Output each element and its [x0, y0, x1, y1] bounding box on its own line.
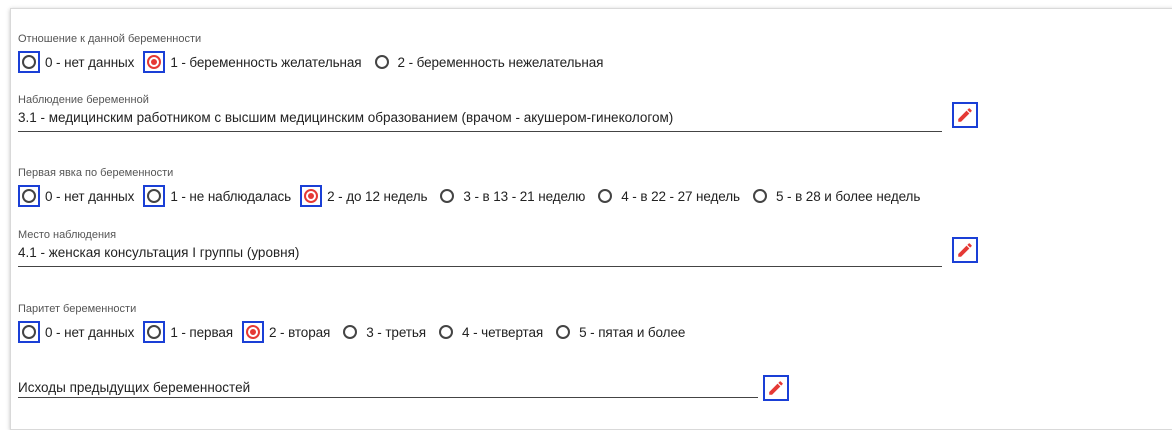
first-visit-option-1[interactable]: 1 - не наблюдалась	[143, 185, 291, 207]
observation-field[interactable]: Наблюдение беременной 3.1 - медицинским …	[18, 94, 942, 132]
parity-options: 0 - нет данных 1 - первая 2 - вторая 3 -…	[18, 321, 694, 343]
radio-icon[interactable]	[18, 51, 40, 73]
place-caption: Место наблюдения	[18, 229, 117, 241]
option-label: 2 - беременность нежелательная	[397, 54, 604, 70]
option-label: 1 - беременность желательная	[170, 54, 362, 70]
first-visit-caption: Первая явка по беременности	[18, 167, 174, 179]
observation-edit-button[interactable]	[952, 102, 978, 128]
parity-option-4[interactable]: 4 - четвертая	[435, 321, 543, 343]
first-visit-options: 0 - нет данных 1 - не наблюдалась 2 - до…	[18, 185, 929, 207]
outcomes-placeholder: Исходы предыдущих беременностей	[18, 380, 251, 395]
radio-icon[interactable]	[18, 185, 40, 207]
radio-icon[interactable]	[749, 185, 771, 207]
option-label: 5 - пятая и более	[579, 324, 686, 340]
outcomes-field[interactable]: Исходы предыдущих беременностей	[18, 372, 758, 398]
option-label: 1 - не наблюдалась	[170, 188, 292, 204]
place-edit-button[interactable]	[952, 237, 978, 263]
first-visit-option-5[interactable]: 5 - в 28 и более недель	[749, 185, 920, 207]
attitude-caption: Отношение к данной беременности	[18, 33, 202, 45]
parity-caption: Паритет беременности	[18, 303, 137, 315]
parity-group: Паритет беременности 0 - нет данных 1 - …	[18, 303, 694, 343]
pencil-icon	[769, 381, 783, 395]
radio-icon[interactable]	[339, 321, 361, 343]
option-label: 4 - четвертая	[462, 324, 544, 340]
radio-icon[interactable]	[18, 321, 40, 343]
observation-caption: Наблюдение беременной	[18, 94, 149, 106]
option-label: 4 - в 22 - 27 недель	[621, 188, 740, 204]
parity-option-2[interactable]: 2 - вторая	[241, 321, 331, 343]
option-label: 0 - нет данных	[45, 188, 135, 204]
radio-selected-icon[interactable]	[143, 51, 166, 73]
option-label: 5 - в 28 и более недель	[775, 188, 921, 204]
place-field[interactable]: Место наблюдения 4.1 - женская консульта…	[18, 229, 942, 267]
radio-icon[interactable]	[371, 51, 393, 73]
option-label: 3 - в 13 - 21 неделю	[463, 188, 586, 204]
attitude-option-1[interactable]: 1 - беременность желательная	[143, 51, 362, 73]
first-visit-option-2[interactable]: 2 - до 12 недель	[300, 185, 428, 207]
parity-option-3[interactable]: 3 - третья	[339, 321, 426, 343]
radio-icon[interactable]	[143, 321, 166, 343]
attitude-group: Отношение к данной беременности 0 - нет …	[18, 33, 612, 73]
radio-selected-icon[interactable]	[241, 321, 264, 343]
attitude-option-0[interactable]: 0 - нет данных	[18, 51, 134, 73]
first-visit-option-4[interactable]: 4 - в 22 - 27 недель	[594, 185, 740, 207]
first-visit-group: Первая явка по беременности 0 - нет данн…	[18, 167, 929, 207]
option-label: 3 - третья	[366, 324, 427, 340]
attitude-option-2[interactable]: 2 - беременность нежелательная	[371, 51, 604, 73]
option-label: 0 - нет данных	[45, 54, 135, 70]
observation-value: 3.1 - медицинским работником с высшим ме…	[18, 110, 674, 125]
radio-icon[interactable]	[594, 185, 616, 207]
radio-icon[interactable]	[436, 185, 458, 207]
option-label: 1 - первая	[170, 324, 233, 340]
option-label: 2 - до 12 недель	[327, 188, 428, 204]
place-value: 4.1 - женская консультация I группы (уро…	[18, 245, 300, 260]
option-label: 0 - нет данных	[45, 324, 135, 340]
radio-icon[interactable]	[143, 185, 166, 207]
pencil-icon	[958, 243, 972, 257]
first-visit-option-0[interactable]: 0 - нет данных	[18, 185, 134, 207]
radio-selected-icon[interactable]	[300, 185, 323, 207]
parity-option-1[interactable]: 1 - первая	[143, 321, 233, 343]
option-label: 2 - вторая	[268, 324, 331, 340]
radio-icon[interactable]	[435, 321, 457, 343]
radio-icon[interactable]	[552, 321, 574, 343]
parity-option-5[interactable]: 5 - пятая и более	[552, 321, 685, 343]
parity-option-0[interactable]: 0 - нет данных	[18, 321, 134, 343]
first-visit-option-3[interactable]: 3 - в 13 - 21 неделю	[436, 185, 585, 207]
outcomes-edit-button[interactable]	[763, 375, 789, 401]
attitude-options: 0 - нет данных 1 - беременность желатель…	[18, 51, 612, 73]
pencil-icon	[958, 108, 972, 122]
